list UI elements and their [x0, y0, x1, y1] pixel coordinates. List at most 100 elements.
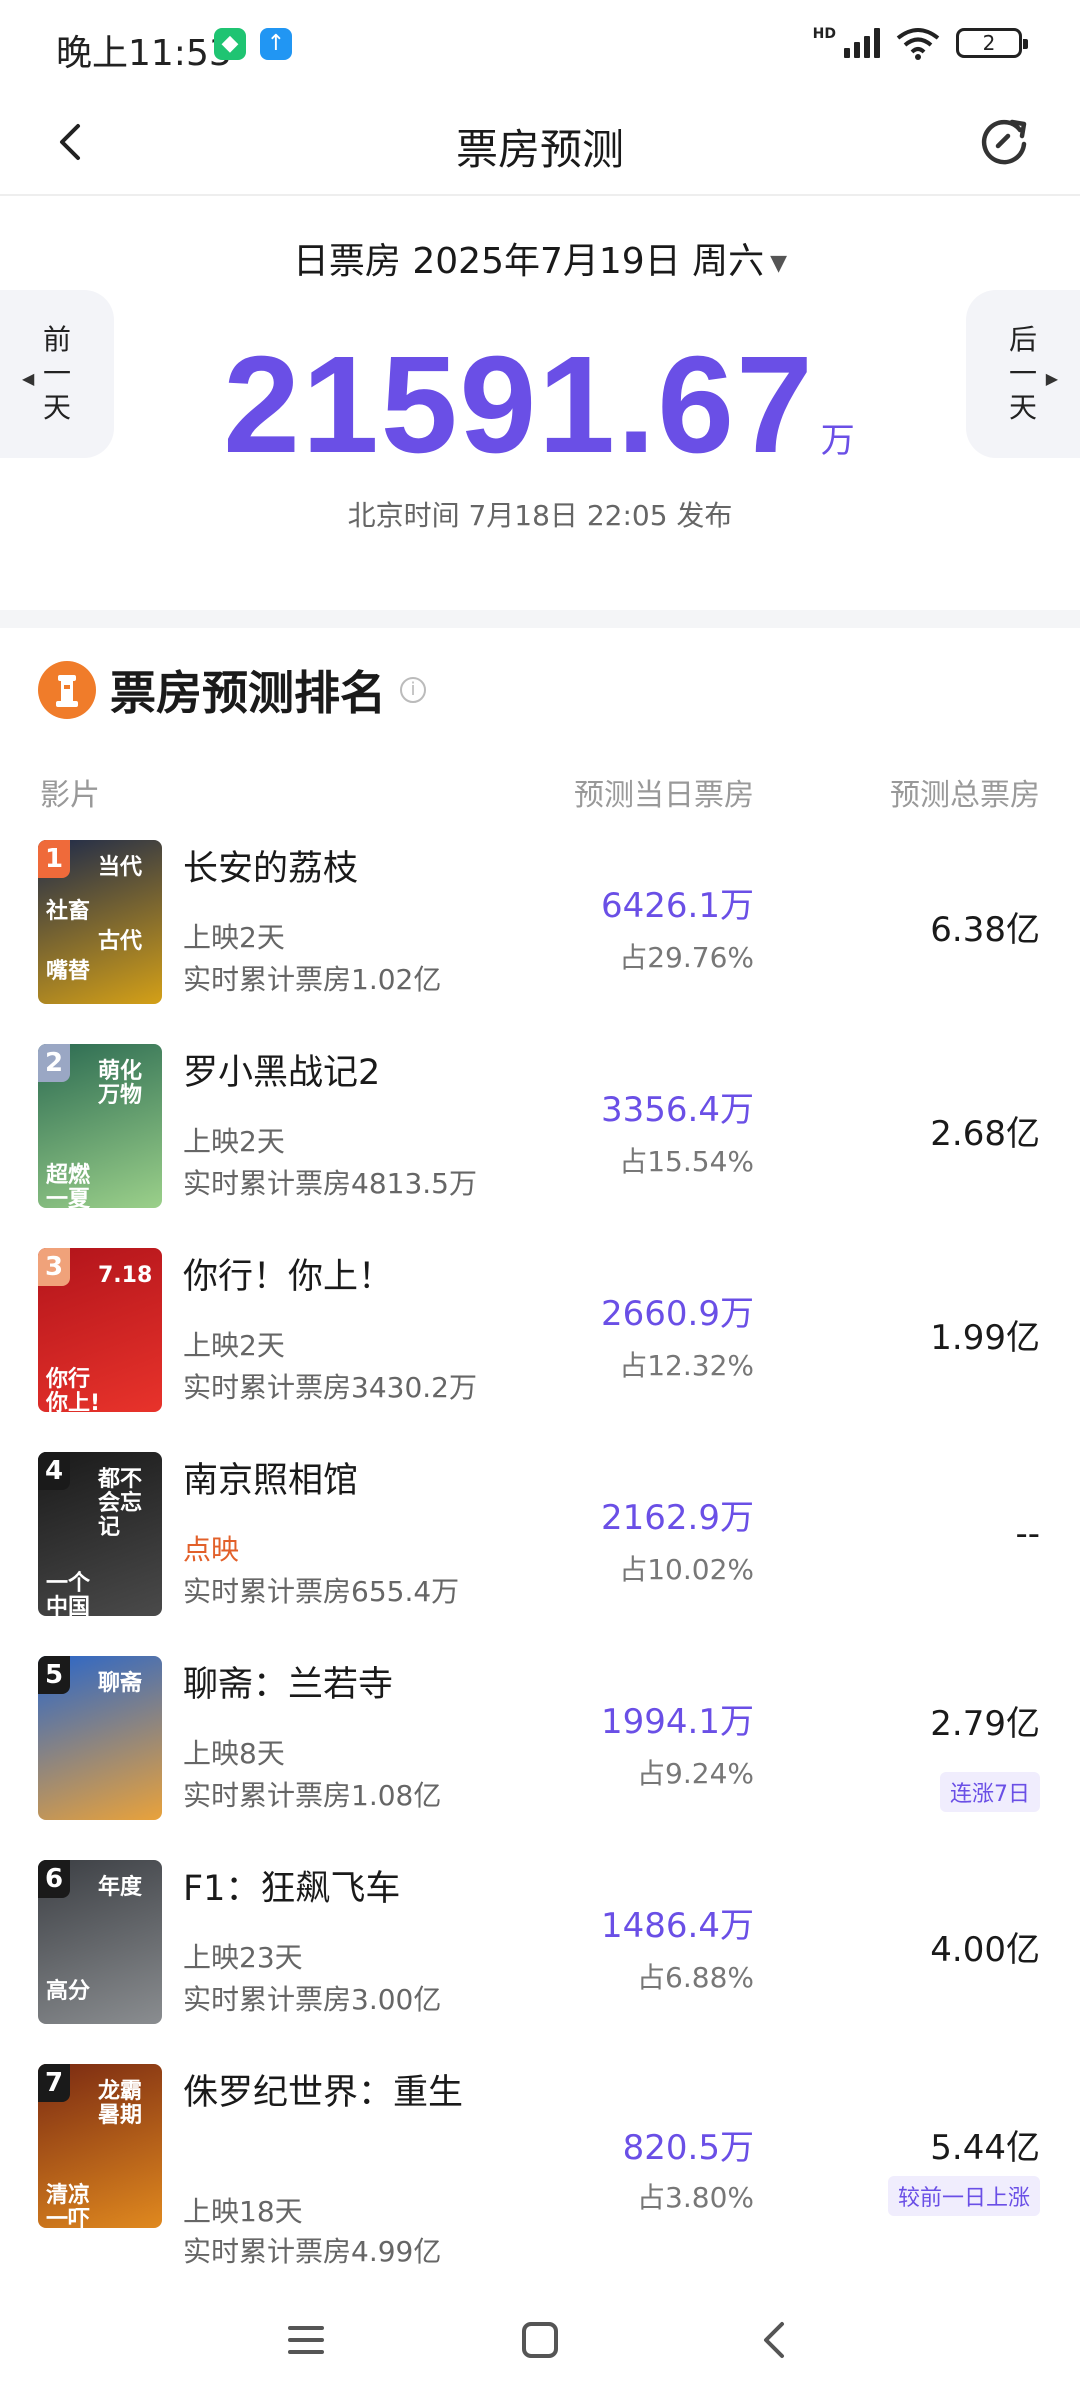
status-bar: 晚上11:53 ◆ ↑ HD 2: [0, 0, 1080, 90]
poster-text: 嘴替: [46, 959, 91, 984]
section-divider: [0, 610, 1080, 628]
trend-tag: 连涨7日: [940, 1772, 1040, 1812]
triangle-right-icon: ▶: [1045, 369, 1058, 388]
film-name: 聊斋：兰若寺: [183, 1665, 394, 1705]
rank-badge: 1: [38, 840, 70, 878]
info-icon[interactable]: i: [400, 677, 426, 703]
nav-bar: 票房预测: [0, 90, 1080, 196]
predicted-total-box: --: [1015, 1514, 1040, 1554]
film-row[interactable]: 6 年度 高分 F1：狂飙飞车 上映23天 实时累计票房3.00亿 1486.4万 占6.88…: [0, 1860, 1080, 2064]
wifi-icon: [896, 28, 940, 60]
film-name: 罗小黑战记2: [183, 1053, 381, 1093]
date-text: 日票房 2025年7月19日 周六: [292, 241, 765, 282]
poster-text: 萌化万物: [98, 1059, 143, 1108]
day-box-share: 占29.76%: [619, 941, 754, 974]
film-cumulative-box: 实时累计票房3.00亿: [183, 1983, 442, 2016]
rank-badge: 3: [38, 1248, 70, 1286]
film-row[interactable]: 7 龙霸暑期 清凉一吓 侏罗纪世界：重生 上映18天 实时累计票房4.99亿 820.5万占…: [0, 2064, 1080, 2268]
film-row[interactable]: 5 聊斋 聊斋：兰若寺 上映8天 实时累计票房1.08亿 1994.1万 占9.24% 2.7…: [0, 1656, 1080, 1860]
system-nav-bar: [0, 2270, 1080, 2400]
battery-icon: 2: [956, 28, 1028, 58]
poster-text: 一个中国人: [46, 1571, 91, 1617]
home-icon[interactable]: [510, 2310, 570, 2370]
predicted-total-box: 1.99亿: [930, 1318, 1040, 1358]
signal-icon: [844, 28, 880, 58]
predicted-total-box: 5.44亿: [930, 2128, 1040, 2168]
predicted-day-box: 6426.1万: [601, 886, 754, 926]
col-header-total-box: 预测总票房: [890, 778, 1040, 813]
rank-badge: 2: [38, 1044, 70, 1082]
film-poster: 4 都不会忘记一个中国人: [38, 1452, 162, 1616]
predicted-total-box: 4.00亿: [930, 1930, 1040, 1970]
film-poster: 7 龙霸暑期清凉一吓: [38, 2064, 162, 2228]
next-day-char-3: 天: [1008, 391, 1037, 424]
poster-text: 高分: [46, 1979, 91, 2004]
next-day-button[interactable]: ▶ 后 一 天: [966, 290, 1080, 458]
film-row[interactable]: 3 7.18 你行你上! 你行！你上！ 上映2天实时累计票房3430.2万 2660.9万…: [0, 1248, 1080, 1452]
film-cumulative-box: 实时累计票房1.02亿: [183, 963, 442, 996]
film-cumulative-box: 实时累计票房4813.5万: [183, 1167, 477, 1200]
day-box-share: 占9.24%: [637, 1757, 754, 1790]
poster-text: 龙霸暑期: [98, 2079, 143, 2128]
date-selector[interactable]: 日票房 2025年7月19日 周六 ▼: [0, 232, 1080, 284]
rank-badge: 5: [38, 1656, 70, 1694]
film-release-days: 点映: [183, 1533, 240, 1566]
poster-text: 7.18: [98, 1263, 153, 1288]
status-indicators: HD 2: [812, 26, 1028, 60]
column-headers: 影片 预测当日票房 预测总票房: [0, 770, 1080, 813]
predicted-day-box: 2162.9万: [601, 1498, 754, 1538]
upload-app-icon: ↑: [260, 28, 292, 60]
refresh-icon[interactable]: [968, 106, 1040, 178]
poster-text: 年度: [98, 1875, 143, 1900]
publish-time: 北京时间 7月18日 22:05 发布: [347, 499, 733, 532]
col-header-day-box: 预测当日票房: [574, 778, 754, 813]
film-cumulative-box: 实时累计票房4.99亿: [183, 2235, 442, 2268]
film-release-days: 上映23天: [183, 1941, 303, 1974]
predicted-total-box: 2.79亿: [930, 1704, 1040, 1744]
film-release-days: 上映2天: [183, 1329, 285, 1362]
ranking-header: 票房预测排名 i: [38, 660, 426, 720]
predicted-day-box: 2660.9万: [601, 1294, 754, 1334]
shield-app-icon: ◆: [214, 28, 246, 60]
film-cumulative-box: 实时累计票房655.4万: [183, 1575, 460, 1608]
back-icon[interactable]: [744, 2310, 804, 2370]
film-poster: 1 当代 嘴替 古代 社畜: [38, 840, 162, 1004]
poster-text: 聊斋: [98, 1671, 143, 1696]
film-name: 你行！你上！: [183, 1257, 394, 1297]
day-box-share: 占12.32%: [619, 1349, 754, 1382]
next-day-char-1: 后: [1008, 323, 1037, 356]
predicted-day-box: 820.5万: [622, 2128, 754, 2168]
predicted-total-box: 6.38亿: [930, 910, 1040, 950]
film-poster: 5 聊斋: [38, 1656, 162, 1820]
film-row[interactable]: 4 都不会忘记一个中国人 南京照相馆点映实时累计票房655.4万 2162.9万占10…: [0, 1452, 1080, 1656]
poster-text: 超燃一夏: [46, 1163, 91, 1209]
film-name: 南京照相馆: [183, 1461, 359, 1501]
predicted-day-box: 3356.4万: [601, 1090, 754, 1130]
film-row[interactable]: 2 萌化万物 超燃一夏 罗小黑战记2 上映2天 实时累计票房4813.5万 3356.4万占…: [0, 1044, 1080, 1248]
poster-text: 清凉一吓: [46, 2183, 91, 2229]
trend-tag: 较前一日上涨: [887, 2176, 1040, 2216]
rank-badge: 6: [38, 1860, 70, 1898]
total-value: 21591.67: [223, 328, 815, 482]
next-day-char-2: 一: [1008, 357, 1037, 390]
rank-badge: 7: [38, 2064, 70, 2102]
film-name: F1：狂飙飞车: [183, 1869, 401, 1909]
menu-icon[interactable]: [276, 2310, 336, 2370]
page-title: 票房预测: [455, 125, 624, 174]
predicted-total-box: 2.68亿: [930, 1114, 1040, 1154]
film-row[interactable]: 1 当代 嘴替 古代 社畜 长安的荔枝 上映2天 实时累计票房1.02亿 6426.1万 占29.…: [0, 840, 1080, 1044]
total-unit: 万: [820, 422, 857, 460]
status-time: 晚上11:53: [56, 33, 232, 74]
predicted-day-box: 1994.1万: [601, 1702, 754, 1742]
lighthouse-icon: [38, 661, 96, 719]
hd-label: HD: [812, 26, 836, 42]
poster-text: 你行你上!: [46, 1367, 101, 1413]
film-release-days: 上映18天: [183, 2195, 303, 2228]
film-poster: 6 年度高分: [38, 1860, 162, 2024]
day-box-share: 占10.02%: [619, 1553, 754, 1586]
film-cumulative-box: 实时累计票房3430.2万: [183, 1371, 477, 1404]
film-poster: 3 7.18 你行你上!: [38, 1248, 162, 1412]
rank-badge: 4: [38, 1452, 70, 1490]
ranking-title: 票房预测排名: [110, 666, 386, 720]
film-release-days: 上映2天: [183, 1125, 285, 1158]
